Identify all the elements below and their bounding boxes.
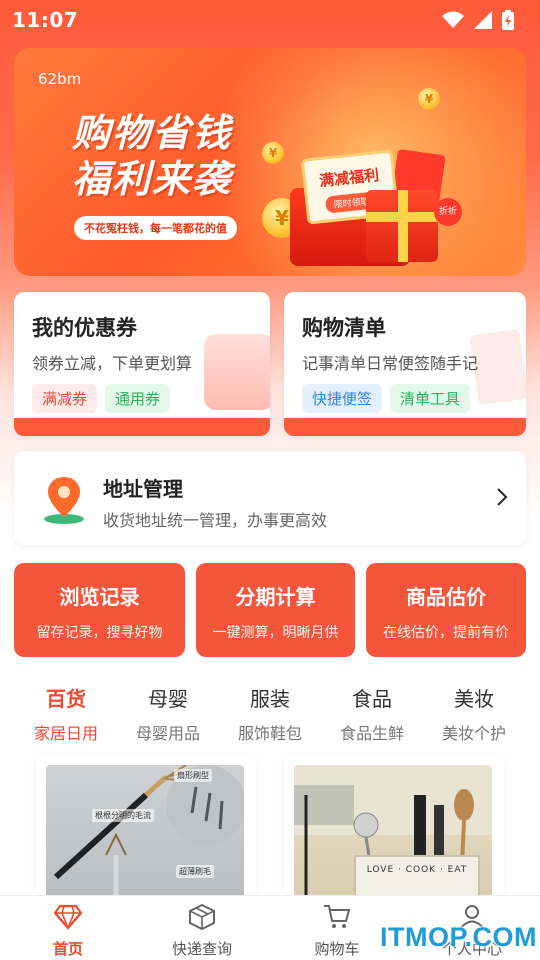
category-name: 百货: [46, 687, 86, 711]
makeup-brush-image: [53, 765, 244, 895]
coupon-card[interactable]: 我的优惠券 领券立减，下单更划算 满减券 通用券: [14, 292, 270, 436]
tab-cart[interactable]: 购物车: [283, 904, 391, 959]
tool-title: 商品估价: [406, 585, 486, 609]
status-icons: [442, 10, 514, 30]
package-icon: [189, 903, 215, 931]
wifi-icon: [442, 11, 464, 28]
list-card-desc: 记事清单日常便签随手记: [302, 354, 479, 373]
product-image: LOVE · COOK · EAT: [294, 765, 492, 895]
list-card-title: 购物清单: [302, 316, 386, 340]
shopping-list-card[interactable]: 购物清单 记事清单日常便签随手记 快捷便签 清单工具: [284, 292, 526, 436]
product-card[interactable]: 扇形刷型 根根分明的毛流 超薄刷毛: [36, 755, 256, 895]
banner-subtitle: 不花冤枉钱，每一笔都花的值: [74, 216, 237, 240]
tab-label: 购物车: [314, 940, 360, 958]
category-name: 服装: [250, 687, 290, 711]
tab-label: 首页: [52, 940, 83, 958]
tab-express[interactable]: 快递查询: [148, 903, 256, 959]
category-sub: 母婴用品: [135, 724, 200, 743]
gift-box-icon: [366, 190, 438, 262]
product-card[interactable]: LOVE · COOK · EAT: [284, 755, 504, 895]
wallet-decoration-icon: [204, 334, 270, 410]
tool-desc: 留存记录，搜寻好物: [36, 625, 163, 641]
coin-icon: ¥: [418, 88, 440, 110]
product-label: 超薄刷毛: [176, 865, 214, 878]
category-sub: 食品生鲜: [339, 724, 404, 743]
category-name: 食品: [352, 687, 392, 711]
category-name: 美妆: [454, 687, 494, 711]
chip-quick-note[interactable]: 快捷便签: [302, 384, 383, 413]
product-label: 根根分明的毛流: [92, 809, 154, 822]
coin-icon: ¥: [262, 142, 284, 164]
browse-history-button[interactable]: 浏览记录 留存记录，搜寻好物: [14, 563, 185, 657]
chip-list-tool[interactable]: 清单工具: [390, 384, 471, 413]
category-tabs: 百货 家居日用 母婴 母婴用品 服装 服饰鞋包 食品 食品生鲜 美妆 美妆个护: [14, 683, 526, 743]
watermark-text: ITMOP.COM: [380, 922, 538, 952]
banner-title-line1: 购物省钱: [72, 111, 233, 155]
battery-icon: [502, 10, 514, 30]
tab-category-beauty[interactable]: 美妆 美妆个护: [422, 683, 526, 744]
address-title: 地址管理: [103, 477, 183, 501]
ticket-title: 满减福利: [318, 165, 380, 191]
list-chips: 快捷便签 清单工具: [302, 384, 471, 413]
category-sub: 美妆个护: [441, 724, 506, 743]
installment-calculator-button[interactable]: 分期计算 一键测算，明晰月供: [196, 563, 355, 657]
tool-title: 浏览记录: [59, 585, 140, 609]
address-management-row[interactable]: 地址管理 收货地址统一管理，办事更高效: [14, 451, 526, 545]
status-bar: 11:07: [0, 0, 540, 40]
location-pin-icon: [44, 477, 84, 524]
coupon-card-title: 我的优惠券: [32, 316, 137, 340]
category-sub: 服饰鞋包: [237, 724, 302, 743]
banner-tag: 62bm: [38, 70, 82, 88]
cart-icon: [324, 905, 351, 928]
category-sub: 家居日用: [33, 724, 98, 743]
product-label: LOVE · COOK · EAT: [354, 855, 480, 895]
tool-desc: 一键测算，明晰月供: [212, 625, 339, 641]
tab-category-food[interactable]: 食品 食品生鲜: [320, 683, 424, 744]
tab-category-baby[interactable]: 母婴 母婴用品: [116, 683, 220, 744]
banner-title-line2: 福利来袭: [72, 157, 233, 201]
discount-badge: 折折: [434, 198, 462, 226]
tab-label: 快递查询: [171, 940, 232, 958]
signal-icon: [474, 11, 492, 29]
tab-home[interactable]: 首页: [14, 904, 122, 959]
coupon-card-desc: 领券立减，下单更划算: [32, 354, 193, 373]
tab-category-clothing[interactable]: 服装 服饰鞋包: [218, 683, 322, 744]
chip-full-reduction[interactable]: 满减券: [32, 384, 98, 413]
product-image: 扇形刷型 根根分明的毛流 超薄刷毛: [46, 765, 244, 895]
category-name: 母婴: [148, 687, 188, 711]
banner-title: 购物省钱 福利来袭: [72, 110, 232, 202]
tool-desc: 在线估价，提前有价: [383, 625, 509, 641]
diamond-icon: [53, 904, 83, 931]
promo-banner[interactable]: 62bm 购物省钱 福利来袭 不花冤枉钱，每一笔都花的值 ¥ ¥ ¥ 满减福利 …: [14, 48, 526, 276]
chip-general[interactable]: 通用券: [105, 384, 171, 413]
status-time: 11:07: [12, 8, 79, 32]
chevron-right-icon: [497, 488, 508, 506]
price-estimate-button[interactable]: 商品估价 在线估价，提前有价: [366, 563, 526, 657]
product-label: 扇形刷型: [174, 769, 212, 782]
coupon-chips: 满减券 通用券: [32, 384, 171, 413]
tool-title: 分期计算: [235, 585, 316, 609]
address-desc: 收货地址统一管理，办事更高效: [103, 511, 328, 530]
tab-category-general[interactable]: 百货 家居日用: [14, 683, 118, 744]
